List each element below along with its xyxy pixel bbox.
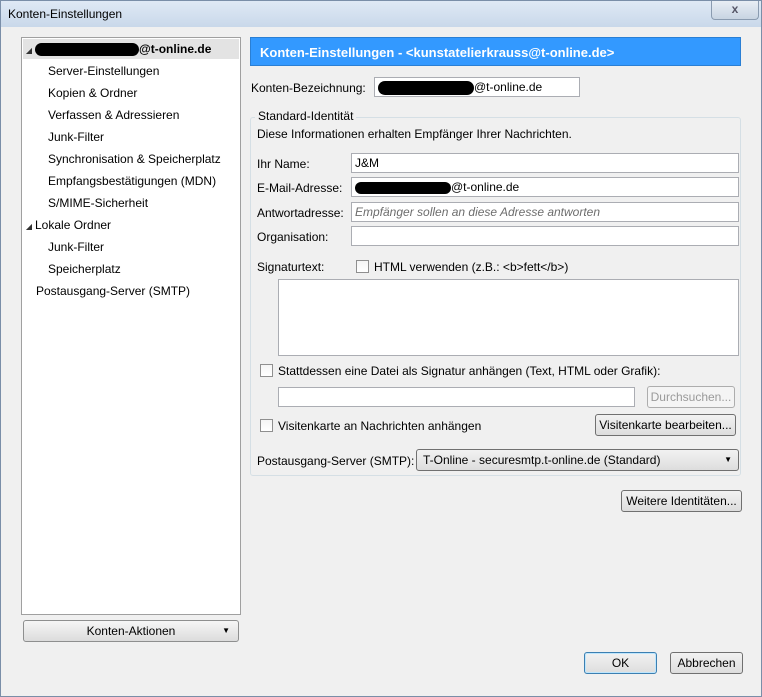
tree-item-receipts[interactable]: Empfangsbestätigungen (MDN) [48, 171, 216, 191]
attach-file-label[interactable]: Stattdessen eine Datei als Signatur anhä… [278, 364, 660, 378]
attach-file-checkbox[interactable] [260, 364, 273, 377]
tree-item-local-storage[interactable]: Speicherplatz [48, 259, 121, 279]
account-suffix: @t-online.de [139, 42, 212, 56]
vcard-label[interactable]: Visitenkarte an Nachrichten anhängen [278, 419, 481, 433]
redacted-account-name [35, 43, 139, 57]
reply-to-input[interactable]: Empfänger sollen an diese Adresse antwor… [351, 202, 739, 222]
vcard-checkbox[interactable] [260, 419, 273, 432]
identity-group-title: Standard-Identität [255, 109, 357, 123]
tree-item-junk-filter[interactable]: Junk-Filter [48, 127, 104, 147]
html-checkbox[interactable] [356, 260, 369, 273]
title-bar: Konten-Einstellungen x [1, 1, 761, 27]
html-checkbox-label[interactable]: HTML verwenden (z.B.: <b>fett</b>) [374, 260, 568, 274]
signature-file-input[interactable] [278, 387, 635, 407]
account-actions-label: Konten-Aktionen [86, 624, 176, 638]
local-folders-label: Lokale Ordner [35, 218, 112, 232]
smtp-select[interactable]: T-Online - securesmtp.t-online.de (Stand… [416, 449, 739, 471]
tree-item-account[interactable]: ◢ @t-online.de [23, 39, 239, 59]
identity-description: Diese Informationen erhalten Empfänger I… [257, 127, 572, 141]
tree-item-copies-folders[interactable]: Kopien & Ordner [48, 83, 137, 103]
redacted-email [355, 181, 451, 194]
reply-to-label: Antwortadresse: [257, 206, 344, 220]
window-title: Konten-Einstellungen [8, 7, 123, 21]
signature-label: Signaturtext: [257, 260, 325, 274]
tree-item-local-junk-filter[interactable]: Junk-Filter [48, 237, 104, 257]
account-name-input[interactable]: @t-online.de [374, 77, 580, 97]
tree-item-local-folders[interactable]: ◢ Lokale Ordner [23, 215, 111, 235]
account-tree[interactable]: ◢ @t-online.de Server-Einstellungen Kopie… [21, 37, 241, 615]
tree-item-composition[interactable]: Verfassen & Adressieren [48, 105, 179, 125]
page-header: Konten-Einstellungen - <kunstatelierkrau… [250, 37, 741, 66]
collapse-arrow-icon[interactable]: ◢ [23, 41, 35, 61]
tree-item-smime[interactable]: S/MIME-Sicherheit [48, 193, 148, 213]
organization-label: Organisation: [257, 230, 329, 244]
dropdown-arrow-icon: ▼ [222, 626, 230, 635]
redacted-account-name [378, 80, 474, 95]
account-name-label: Konten-Bezeichnung: [251, 81, 366, 95]
email-suffix: @t-online.de [451, 180, 520, 194]
cancel-button[interactable]: Abbrechen [670, 652, 743, 674]
name-input[interactable]: J&M [351, 153, 739, 173]
smtp-select-value: T-Online - securesmtp.t-online.de (Stand… [423, 453, 661, 467]
close-button[interactable]: x [711, 1, 759, 20]
edit-vcard-button[interactable]: Visitenkarte bearbeiten... [595, 414, 736, 436]
account-actions-button[interactable]: Konten-Aktionen ▼ [23, 620, 239, 642]
tree-item-smtp[interactable]: Postausgang-Server (SMTP) [36, 281, 190, 301]
ok-button[interactable]: OK [584, 652, 657, 674]
dropdown-arrow-icon: ▼ [724, 455, 732, 464]
organization-input[interactable] [351, 226, 739, 246]
email-label: E-Mail-Adresse: [257, 181, 343, 195]
account-settings-window: Konten-Einstellungen x ◢ @t-online.de Ser… [0, 0, 762, 697]
tree-item-sync-storage[interactable]: Synchronisation & Speicherplatz [48, 149, 221, 169]
dialog-client-area: ◢ @t-online.de Server-Einstellungen Kopie… [2, 27, 760, 695]
name-label: Ihr Name: [257, 157, 310, 171]
browse-button[interactable]: Durchsuchen... [647, 386, 735, 408]
account-name-suffix: @t-online.de [474, 80, 543, 94]
signature-textarea[interactable] [278, 279, 739, 356]
tree-item-server-settings[interactable]: Server-Einstellungen [48, 61, 159, 81]
collapse-arrow-icon[interactable]: ◢ [23, 217, 35, 237]
more-identities-button[interactable]: Weitere Identitäten... [621, 490, 742, 512]
email-input[interactable]: @t-online.de [351, 177, 739, 197]
smtp-label: Postausgang-Server (SMTP): [257, 454, 415, 468]
